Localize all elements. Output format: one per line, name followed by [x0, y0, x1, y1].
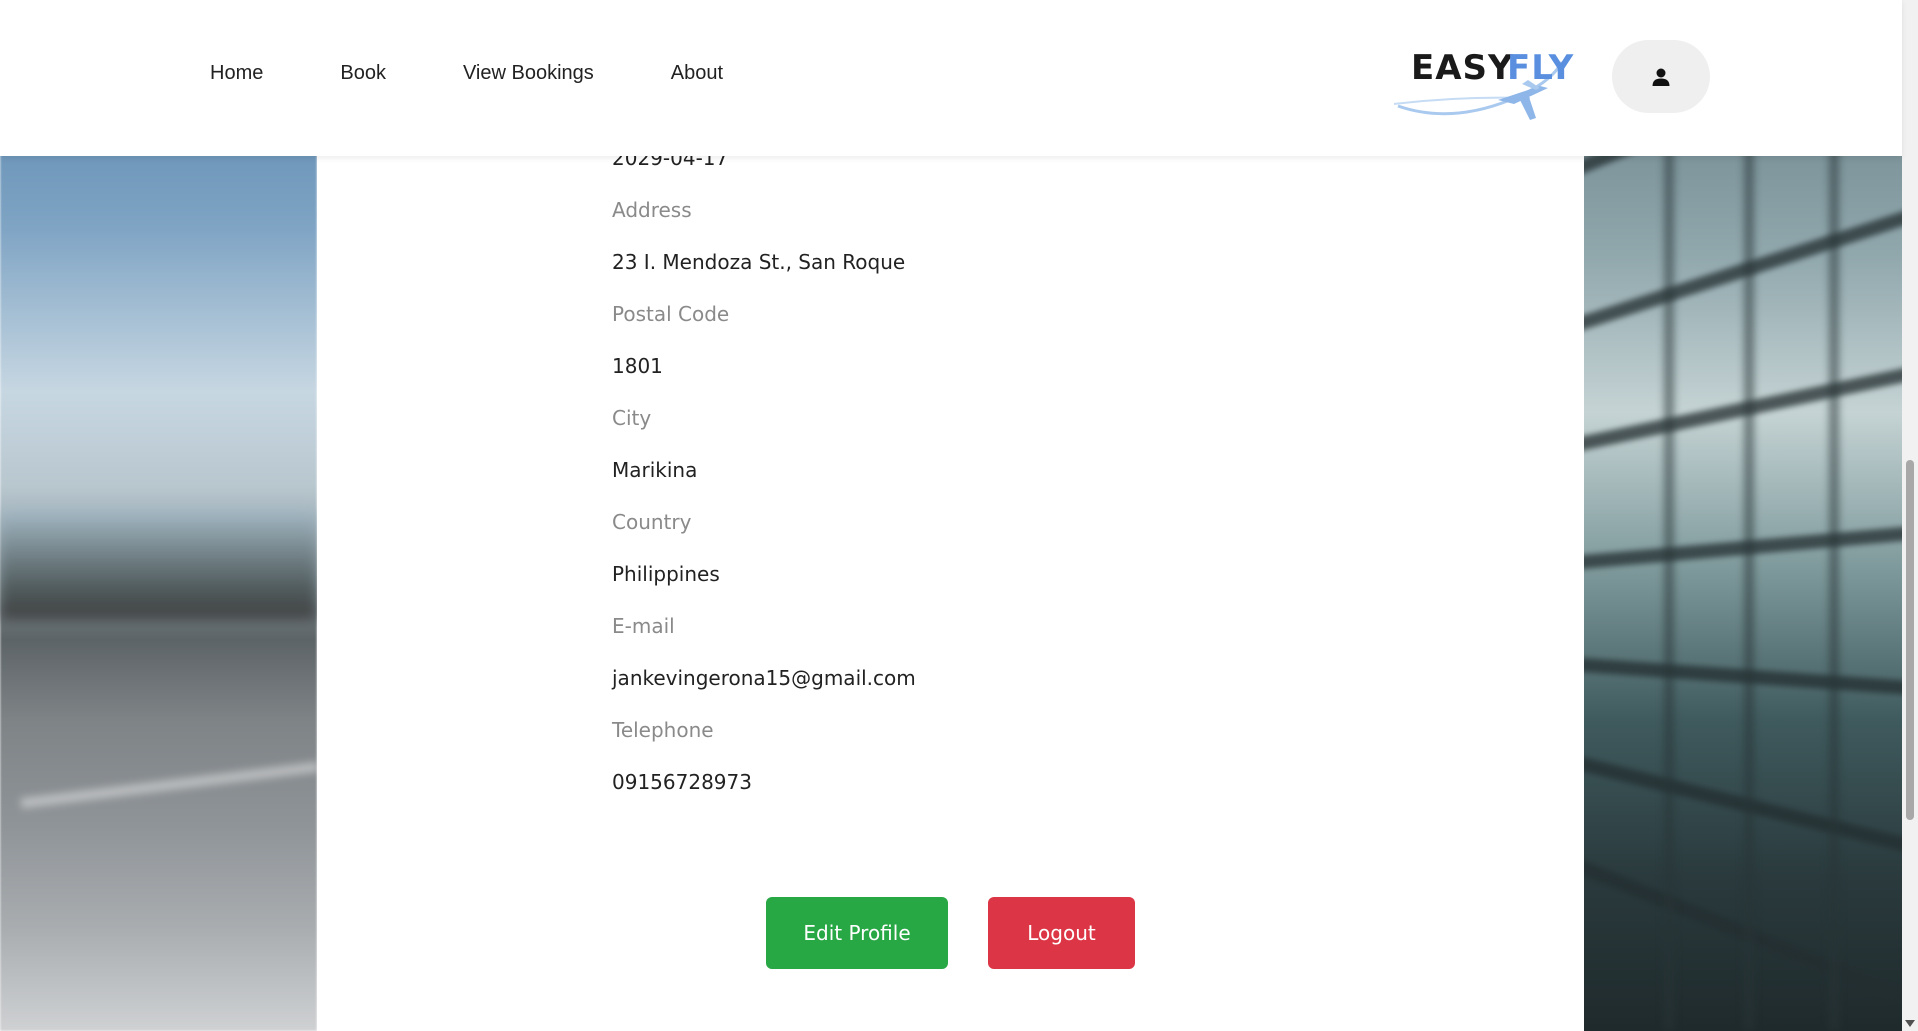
address-value: 23 I. Mendoza St., San Roque	[612, 250, 906, 274]
telephone-value: 09156728973	[612, 770, 752, 794]
user-icon	[1652, 68, 1670, 86]
email-value: jankevingerona15@gmail.com	[612, 666, 916, 690]
scroll-down-arrow-icon[interactable]	[1905, 1020, 1915, 1027]
edit-profile-button[interactable]: Edit Profile	[766, 897, 948, 969]
nav-about-link[interactable]: About	[671, 62, 723, 85]
logo-text-easy: EASY	[1411, 48, 1514, 88]
email-label: E-mail	[612, 614, 675, 638]
city-label: City	[612, 406, 652, 430]
country-value: Philippines	[612, 562, 720, 586]
nav-book-link[interactable]: Book	[340, 62, 386, 85]
postal-code-value: 1801	[612, 354, 663, 378]
nav-view-bookings-link[interactable]: View Bookings	[463, 62, 594, 85]
address-label: Address	[612, 198, 692, 222]
profile-menu-button[interactable]	[1612, 40, 1710, 113]
postal-code-label: Postal Code	[612, 302, 730, 326]
page-scrollbar[interactable]	[1902, 0, 1918, 1031]
easyfly-logo[interactable]: EASY FLY	[1390, 38, 1573, 124]
city-value: Marikina	[612, 458, 698, 482]
nav-home-link[interactable]: Home	[210, 62, 263, 85]
logout-button[interactable]: Logout	[988, 897, 1135, 969]
top-navbar: Home Book View Bookings About EASY FLY	[0, 0, 1902, 156]
country-label: Country	[612, 510, 692, 534]
logo-text-fly: FLY	[1507, 48, 1575, 88]
main-nav: Home Book View Bookings About	[210, 62, 800, 85]
scrollbar-thumb[interactable]	[1906, 460, 1914, 820]
telephone-label: Telephone	[612, 718, 714, 742]
